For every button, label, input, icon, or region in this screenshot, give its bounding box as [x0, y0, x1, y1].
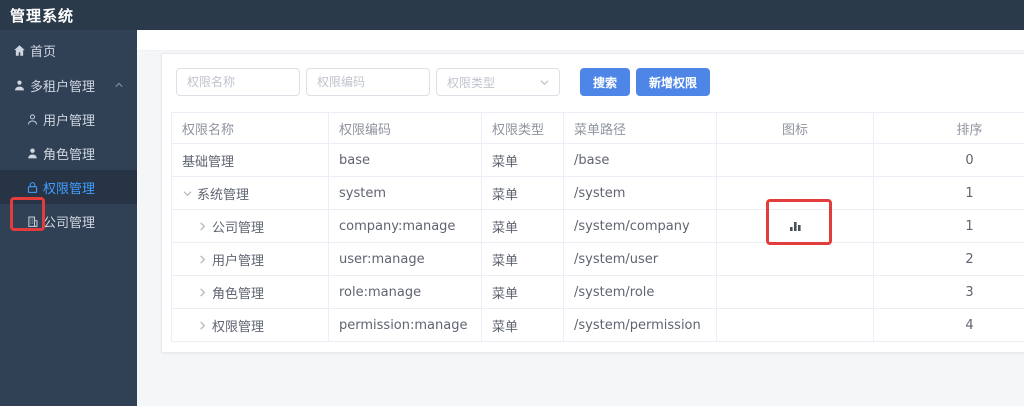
annotation-box-table-bar-chart-icon — [766, 199, 832, 245]
cell-type: 菜单 — [481, 242, 564, 276]
col-header-code: 权限编码 — [328, 112, 482, 144]
sidebar-item-label: 多租户管理 — [30, 79, 96, 95]
permission-type-select[interactable]: 权限类型 — [436, 68, 560, 96]
annotation-box-sidebar-company-icon — [10, 197, 45, 231]
permission-name-input[interactable] — [176, 68, 300, 96]
sidebar-item-home[interactable]: 首页 — [0, 32, 137, 68]
cell-code: system — [328, 176, 482, 210]
content-card: 权限类型 搜索 新增权限 权限名称 权限编码 权限类型 菜单路径 图标 排序 基… — [161, 53, 1024, 353]
cell-path: /system/company — [563, 209, 717, 243]
sidebar-item-label: 角色管理 — [43, 147, 96, 163]
lock-icon — [25, 180, 39, 194]
table-row: 角色管理 role:manage 菜单 /system/role 3 — [171, 275, 1024, 309]
cell-type: 菜单 — [481, 143, 564, 177]
cell-type: 菜单 — [481, 176, 564, 210]
user-filled-icon — [25, 146, 39, 160]
cell-sort: 4 — [873, 308, 1024, 342]
table-row: 权限管理 permission:manage 菜单 /system/permis… — [171, 308, 1024, 342]
cell-name: 用户管理 — [212, 253, 265, 269]
sidebar-item-roles[interactable]: 角色管理 — [0, 136, 137, 170]
app-title: 管理系统 — [10, 6, 75, 25]
cell-name: 权限管理 — [212, 319, 265, 335]
cell-path: /base — [563, 143, 717, 177]
cell-icon — [716, 275, 874, 309]
sidebar-item-multitenant[interactable]: 多租户管理 — [0, 68, 137, 102]
cell-sort: 0 — [873, 143, 1024, 177]
cell-path: /system/permission — [563, 308, 717, 342]
cell-path: /system/role — [563, 275, 717, 309]
cell-name: 系统管理 — [197, 187, 250, 203]
cell-sort: 1 — [873, 176, 1024, 210]
table-row: 系统管理 system 菜单 /system 1 — [171, 176, 1024, 210]
sidebar-item-label: 公司管理 — [43, 215, 96, 231]
permissions-table: 权限名称 权限编码 权限类型 菜单路径 图标 排序 基础管理 base 菜单 /… — [171, 112, 1024, 342]
cell-name: 公司管理 — [212, 220, 265, 236]
home-icon — [12, 43, 26, 57]
sidebar-item-label: 用户管理 — [43, 113, 96, 129]
user-outline-icon — [25, 112, 39, 126]
navbar-strip — [137, 30, 1024, 51]
col-header-sort: 排序 — [873, 112, 1024, 144]
expand-arrow-right-icon[interactable] — [197, 221, 207, 231]
sidebar-item-users[interactable]: 用户管理 — [0, 102, 137, 136]
select-placeholder: 权限类型 — [447, 75, 496, 90]
cell-code: base — [328, 143, 482, 177]
sidebar-item-label: 权限管理 — [43, 181, 96, 197]
search-button[interactable]: 搜索 — [580, 68, 631, 96]
cell-icon — [716, 143, 874, 177]
expand-arrow-down-icon[interactable] — [182, 188, 192, 198]
add-permission-button[interactable]: 新增权限 — [636, 68, 711, 96]
chevron-down-icon — [540, 79, 549, 85]
cell-type: 菜单 — [481, 209, 564, 243]
cell-code: role:manage — [328, 275, 482, 309]
cell-path: /system — [563, 176, 717, 210]
expand-arrow-right-icon[interactable] — [197, 320, 207, 330]
app-header: 管理系统 — [0, 0, 1024, 30]
cell-code: company:manage — [328, 209, 482, 243]
table-row: 公司管理 company:manage 菜单 /system/company 1 — [171, 209, 1024, 243]
table-row: 基础管理 base 菜单 /base 0 — [171, 143, 1024, 177]
cell-sort: 1 — [873, 209, 1024, 243]
permission-code-input[interactable] — [306, 68, 430, 96]
cell-name: 角色管理 — [212, 286, 265, 302]
cell-icon — [716, 242, 874, 276]
table-row: 用户管理 user:manage 菜单 /system/user 2 — [171, 242, 1024, 276]
cell-type: 菜单 — [481, 308, 564, 342]
table-header-row: 权限名称 权限编码 权限类型 菜单路径 图标 排序 — [171, 112, 1024, 144]
col-header-type: 权限类型 — [481, 112, 564, 144]
col-header-name: 权限名称 — [171, 112, 329, 144]
cell-sort: 2 — [873, 242, 1024, 276]
cell-path: /system/user — [563, 242, 717, 276]
cell-code: user:manage — [328, 242, 482, 276]
search-toolbar: 权限类型 搜索 新增权限 — [176, 68, 1024, 96]
cell-sort: 3 — [873, 275, 1024, 309]
users-icon — [12, 78, 26, 92]
sidebar-item-label: 首页 — [30, 44, 57, 60]
cell-code: permission:manage — [328, 308, 482, 342]
cell-icon — [716, 308, 874, 342]
expand-arrow-right-icon[interactable] — [197, 287, 207, 297]
col-header-icon: 图标 — [716, 112, 874, 144]
cell-type: 菜单 — [481, 275, 564, 309]
cell-name: 基础管理 — [182, 154, 235, 170]
col-header-path: 菜单路径 — [563, 112, 717, 144]
expand-arrow-right-icon[interactable] — [197, 254, 207, 264]
chevron-up-icon — [115, 82, 123, 87]
